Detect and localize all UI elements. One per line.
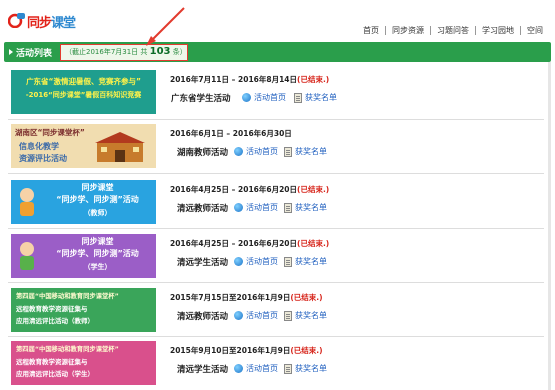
banner-line: 湖南区“同步课堂杯” bbox=[15, 128, 85, 137]
top-nav: 首页 同步资源 习题问答 学习园地 空间 bbox=[357, 26, 549, 35]
globe-icon bbox=[234, 257, 243, 266]
activity-date: 2015年7月15日至2016年1月9日(已结束.) bbox=[170, 293, 323, 302]
activity-row: 同步课堂 “同步学、同步测”活动 （学生） 2016年4月25日 – 2016年… bbox=[8, 234, 544, 284]
site-logo[interactable]: 同步课堂 bbox=[8, 10, 78, 32]
activity-org: 清远教师活动 bbox=[177, 204, 229, 214]
nav-qa[interactable]: 习题问答 bbox=[430, 26, 475, 35]
row-divider bbox=[8, 282, 544, 283]
activity-org: 清远学生活动 bbox=[177, 258, 229, 268]
banner-line: （学生） bbox=[83, 263, 112, 271]
school-building-icon bbox=[95, 132, 145, 162]
banner-line: 同步课堂 bbox=[81, 237, 114, 246]
activity-row: 同步课堂 “同步学、同步测”活动 （教师） 2016年4月25日 – 2016年… bbox=[8, 180, 544, 230]
award-list-link[interactable]: 获奖名单 bbox=[294, 92, 337, 103]
globe-icon bbox=[242, 93, 251, 102]
activity-row: 第四届“中国移动和教育同步课堂杯” 远程教育教学资源征集与 应用清远评比活动（教… bbox=[8, 288, 544, 338]
banner-line: 第四届“中国移动和教育同步课堂杯” bbox=[16, 346, 119, 353]
activity-list-bar: 活动列表 （截止2016年7月31日 共 103 条） bbox=[4, 42, 551, 62]
globe-icon bbox=[234, 203, 243, 212]
banner-line: 广东省“激情迎暑假、竞赛齐参与” bbox=[26, 77, 141, 86]
activity-banner[interactable]: 湖南区“同步课堂杯” 信息化教学 资源评比活动 bbox=[11, 124, 156, 168]
activity-date: 2016年4月25日 – 2016年6月20日(已结束.) bbox=[170, 239, 330, 248]
globe-icon bbox=[234, 311, 243, 320]
activity-date: 2016年7月11日 – 2016年8月14日(已结束.) bbox=[170, 75, 330, 84]
award-list-link[interactable]: 获奖名单 bbox=[284, 310, 327, 321]
top-header: 同步课堂 首页 同步资源 习题问答 学习园地 空间 bbox=[0, 0, 555, 42]
activity-home-link[interactable]: 活动首页 bbox=[242, 92, 286, 103]
activity-date: 2016年4月25日 – 2016年6月20日(已结束.) bbox=[170, 185, 330, 194]
activity-banner[interactable]: 同步课堂 “同步学、同步测”活动 （学生） bbox=[11, 234, 156, 278]
activity-row: 广东省“激情迎暑假、竞赛齐参与” -2016“同步课堂”暑假百科知识竞赛 201… bbox=[8, 70, 544, 120]
activity-org: 湖南教师活动 bbox=[177, 148, 229, 158]
document-icon bbox=[294, 92, 302, 103]
scrollbar-track[interactable] bbox=[548, 62, 551, 390]
nav-home[interactable]: 首页 bbox=[357, 26, 385, 35]
row-divider bbox=[8, 336, 544, 337]
activity-banner[interactable]: 第四届“中国移动和教育同步课堂杯” 远程教育教学资源征集与 应用清远评比活动（教… bbox=[11, 288, 156, 332]
activity-row: 第四届“中国移动和教育同步课堂杯” 远程教育教学资源征集与 应用清远评比活动（学… bbox=[8, 341, 544, 390]
activity-date: 2016年6月1日 – 2016年6月30日 bbox=[170, 129, 292, 138]
award-list-link[interactable]: 获奖名单 bbox=[284, 202, 327, 213]
banner-line: “同步学、同步测”活动 bbox=[56, 195, 139, 204]
activity-home-link[interactable]: 活动首页 bbox=[234, 146, 278, 157]
activity-row: 湖南区“同步课堂杯” 信息化教学 资源评比活动 2016年6月1日 – 2016… bbox=[8, 124, 544, 174]
activity-banner[interactable]: 第四届“中国移动和教育同步课堂杯” 远程教育教学资源征集与 应用清远评比活动（学… bbox=[11, 341, 156, 385]
activity-list-title: 活动列表 bbox=[16, 49, 53, 59]
nav-sync-resources[interactable]: 同步资源 bbox=[385, 26, 430, 35]
banner-line: 应用清远评比活动（学生） bbox=[16, 370, 94, 378]
document-icon bbox=[284, 256, 292, 267]
activity-banner[interactable]: 同步课堂 “同步学、同步测”活动 （教师） bbox=[11, 180, 156, 224]
banner-line: -2016“同步课堂”暑假百科知识竞赛 bbox=[25, 91, 142, 99]
activity-org: 广东省学生活动 bbox=[171, 94, 231, 104]
banner-line: （教师） bbox=[83, 209, 112, 217]
activity-home-link[interactable]: 活动首页 bbox=[234, 363, 278, 374]
row-divider bbox=[8, 228, 544, 229]
document-icon bbox=[284, 363, 292, 374]
banner-line: 应用清远评比活动（教师） bbox=[16, 317, 94, 325]
award-list-link[interactable]: 获奖名单 bbox=[284, 363, 327, 374]
globe-icon bbox=[234, 364, 243, 373]
row-divider bbox=[8, 119, 544, 120]
nav-study-garden[interactable]: 学习园地 bbox=[475, 26, 520, 35]
activity-banner[interactable]: 广东省“激情迎暑假、竞赛齐参与” -2016“同步课堂”暑假百科知识竞赛 bbox=[11, 70, 156, 114]
nav-space[interactable]: 空间 bbox=[520, 26, 549, 35]
logo-icon bbox=[8, 13, 25, 28]
banner-line: 资源评比活动 bbox=[19, 154, 67, 163]
banner-line: 第四届“中国移动和教育同步课堂杯” bbox=[16, 293, 119, 300]
banner-line: 远程教育教学资源征集与 bbox=[16, 305, 88, 313]
activity-home-link[interactable]: 活动首页 bbox=[234, 256, 278, 267]
award-list-link[interactable]: 获奖名单 bbox=[284, 256, 327, 267]
activity-count-highlight: （截止2016年7月31日 共 103 条） bbox=[60, 44, 188, 61]
globe-icon bbox=[234, 147, 243, 156]
banner-line: 同步课堂 bbox=[81, 183, 114, 192]
activity-org: 清远教师活动 bbox=[177, 312, 229, 322]
bullet-arrow-icon bbox=[9, 49, 13, 55]
banner-line: “同步学、同步测”活动 bbox=[56, 249, 139, 258]
logo-text: 同步课堂 bbox=[27, 16, 76, 31]
document-icon bbox=[284, 202, 292, 213]
document-icon bbox=[284, 310, 292, 321]
cartoon-figure-icon bbox=[20, 242, 34, 270]
document-icon bbox=[284, 146, 292, 157]
award-list-link[interactable]: 获奖名单 bbox=[284, 146, 327, 157]
cartoon-figure-icon bbox=[20, 188, 34, 216]
activity-home-link[interactable]: 活动首页 bbox=[234, 310, 278, 321]
banner-line: 信息化教学 bbox=[19, 142, 59, 151]
activity-date: 2015年9月10日至2016年1月9日(已结束.) bbox=[170, 346, 323, 355]
banner-line: 远程教育教学资源征集与 bbox=[16, 358, 88, 366]
row-divider bbox=[8, 173, 544, 174]
activity-home-link[interactable]: 活动首页 bbox=[234, 202, 278, 213]
activity-org: 清远学生活动 bbox=[177, 365, 229, 375]
